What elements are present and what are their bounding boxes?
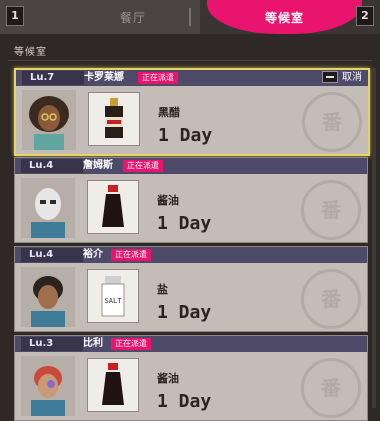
level-label: Lu.7 xyxy=(22,71,84,85)
avatar xyxy=(21,267,75,327)
dispatch-duration: 1 Day xyxy=(157,391,212,412)
dispatch-duration: 1 Day xyxy=(157,213,212,234)
status-badge: 正在派遣 xyxy=(111,338,151,350)
item-slot xyxy=(87,358,139,412)
minus-key-icon xyxy=(322,71,338,83)
key-hint-left: 1 xyxy=(6,6,24,26)
tab-waiting-room[interactable]: 等候室 xyxy=(207,0,362,34)
seal-watermark: 番 xyxy=(301,269,361,329)
card-header: Lu.4 詹姆斯 正在派遣 xyxy=(15,158,367,174)
level-label: Lu.4 xyxy=(21,159,83,173)
key-hint-right: 2 xyxy=(356,6,374,26)
tab-restaurant-label: 餐厅 xyxy=(120,11,147,25)
tab-bar: 餐厅 1 等候室 2 xyxy=(0,0,380,34)
section-divider xyxy=(8,60,372,61)
salt-shaker-icon: SALT xyxy=(101,276,125,317)
level-label: Lu.4 xyxy=(21,248,83,262)
dispatch-card[interactable]: Lu.4 裕介 正在派遣 SALT 盐 1 Day 番 xyxy=(14,246,368,332)
soy-sauce-bottle-icon xyxy=(102,185,124,227)
section-title: 等候室 xyxy=(14,47,47,58)
dispatch-card[interactable]: Lu.4 詹姆斯 正在派遣 酱油 1 Day 番 xyxy=(14,157,368,243)
item-slot: SALT xyxy=(87,269,139,323)
seal-watermark: 番 xyxy=(301,358,361,418)
tab-waiting-room-label: 等候室 xyxy=(264,11,304,25)
level-label: Lu.3 xyxy=(21,337,83,351)
svg-text:SALT: SALT xyxy=(105,297,123,305)
character-name: 裕介 xyxy=(83,249,103,260)
status-badge: 正在派遣 xyxy=(138,72,178,84)
item-name: 盐 xyxy=(157,283,168,296)
card-header: Lu.4 裕介 正在派遣 xyxy=(15,247,367,263)
cancel-label: 取消 xyxy=(342,72,362,83)
tab-restaurant[interactable]: 餐厅 xyxy=(0,0,200,34)
dispatch-duration: 1 Day xyxy=(158,125,213,146)
tab-divider xyxy=(189,8,191,26)
cancel-button[interactable]: 取消 xyxy=(322,71,362,85)
avatar xyxy=(22,90,76,150)
status-badge: 正在派遣 xyxy=(111,249,151,261)
item-name: 酱油 xyxy=(157,194,179,207)
dispatch-card[interactable]: Lu.3 比利 正在派遣 酱油 1 Day 番 xyxy=(14,335,368,421)
item-slot xyxy=(88,92,140,146)
card-header: Lu.3 比利 正在派遣 xyxy=(15,336,367,352)
vinegar-bottle-icon xyxy=(105,98,123,138)
avatar xyxy=(21,356,75,416)
seal-watermark: 番 xyxy=(302,92,362,152)
character-name: 卡罗莱娜 xyxy=(84,72,124,83)
scrollbar[interactable] xyxy=(372,68,376,408)
character-name: 比利 xyxy=(83,338,103,349)
soy-sauce-bottle-icon xyxy=(102,363,124,405)
dispatch-duration: 1 Day xyxy=(157,302,212,323)
dispatch-card[interactable]: Lu.7 卡罗莱娜 正在派遣 取消 黑醋 1 Day 番 xyxy=(14,68,370,156)
seal-watermark: 番 xyxy=(301,180,361,240)
card-header: Lu.7 卡罗莱娜 正在派遣 取消 xyxy=(16,70,368,86)
item-slot xyxy=(87,180,139,234)
avatar xyxy=(21,178,75,238)
character-name: 詹姆斯 xyxy=(83,160,113,171)
item-name: 酱油 xyxy=(157,372,179,385)
status-badge: 正在派遣 xyxy=(123,160,163,172)
item-name: 黑醋 xyxy=(158,106,180,119)
